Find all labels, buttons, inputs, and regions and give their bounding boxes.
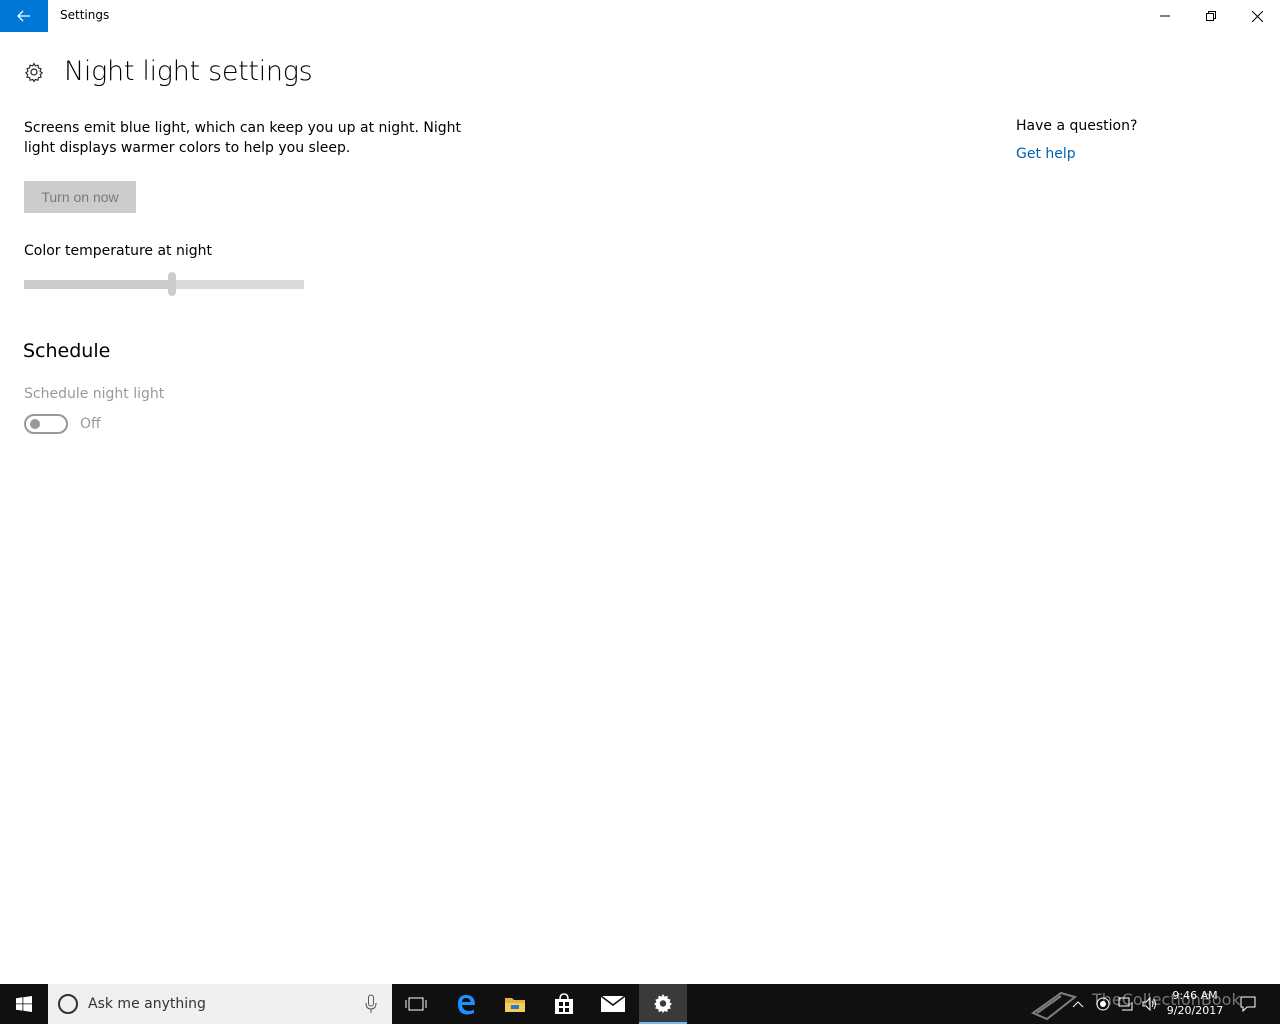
start-icon (16, 996, 32, 1012)
slider-fill (24, 280, 173, 289)
task-view-icon (405, 997, 427, 1011)
app-title: Settings (60, 8, 110, 22)
restore-icon (1206, 11, 1216, 21)
toggle-state-label: Off (80, 416, 101, 432)
file-explorer-icon (505, 998, 525, 1012)
notification-icon (1240, 996, 1256, 1012)
get-help-link[interactable]: Get help (1016, 146, 1076, 162)
close-icon (1251, 10, 1263, 22)
color-temperature-label: Color temperature at night (24, 243, 212, 259)
edge-button[interactable] (442, 984, 490, 1024)
mail-button[interactable] (589, 984, 637, 1024)
minimize-icon (1160, 15, 1170, 17)
restore-button[interactable] (1188, 0, 1234, 32)
store-icon (555, 993, 573, 1014)
settings-taskbar-button[interactable] (639, 984, 687, 1024)
clock-date: 9/20/2017 (1166, 1004, 1224, 1017)
volume-icon (1142, 997, 1156, 1011)
schedule-toggle[interactable] (24, 414, 68, 434)
chevron-up-icon (1072, 1001, 1084, 1008)
cortana-icon (58, 994, 78, 1014)
page-title: Night light settings (64, 56, 313, 87)
clock[interactable]: 9:46 AM 9/20/2017 (1160, 988, 1230, 1018)
close-button[interactable] (1234, 0, 1280, 32)
gear-icon (24, 62, 44, 82)
turn-on-now-button[interactable]: Turn on now (24, 181, 136, 213)
clock-time: 9:46 AM (1172, 989, 1218, 1002)
minimize-button[interactable] (1142, 0, 1188, 32)
show-hidden-icons-button[interactable] (1070, 984, 1086, 1024)
settings-icon (654, 994, 672, 1013)
action-center-button[interactable] (1234, 984, 1262, 1024)
description-text: Screens emit blue light, which can keep … (24, 120, 462, 156)
start-button[interactable] (0, 984, 48, 1024)
volume-tray-button[interactable] (1140, 984, 1160, 1024)
back-button[interactable] (0, 0, 48, 32)
help-heading: Have a question? (1016, 118, 1138, 134)
title-bar: Settings (0, 0, 1280, 32)
network-tray-button[interactable] (1116, 984, 1136, 1024)
edge-icon (458, 995, 475, 1015)
file-explorer-button[interactable] (491, 984, 539, 1024)
taskbar: Ask me anything TheCollectionBook 9:46 A… (0, 984, 1280, 1024)
network-icon (1118, 997, 1133, 1011)
store-button[interactable] (540, 984, 588, 1024)
microphone-icon[interactable] (364, 994, 378, 1014)
schedule-heading: Schedule (23, 340, 111, 362)
color-temperature-slider[interactable] (24, 280, 304, 289)
search-box[interactable]: Ask me anything (48, 984, 392, 1024)
task-view-button[interactable] (392, 984, 440, 1024)
record-icon (1096, 997, 1110, 1011)
toggle-knob (30, 419, 40, 429)
mail-icon (601, 996, 625, 1012)
record-tray-button[interactable] (1094, 984, 1112, 1024)
schedule-night-light-label: Schedule night light (24, 386, 165, 402)
search-placeholder: Ask me anything (88, 996, 206, 1012)
back-arrow-icon (17, 10, 30, 22)
slider-thumb[interactable] (168, 272, 177, 296)
